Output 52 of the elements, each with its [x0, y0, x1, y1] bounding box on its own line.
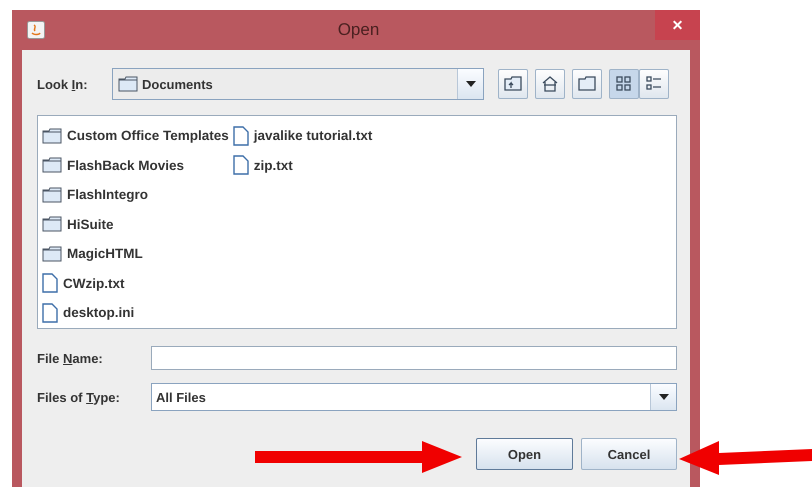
- file-item[interactable]: HiSuite: [42, 210, 229, 239]
- file-type-dropdown[interactable]: All Files: [151, 383, 677, 411]
- file-type-label: Files of Type:: [37, 390, 121, 404]
- file-name: zip.txt: [254, 158, 293, 173]
- file-item[interactable]: desktop.ini: [42, 298, 229, 328]
- list-view-button[interactable]: [609, 69, 639, 99]
- file-name: MagicHTML: [67, 246, 143, 262]
- details-view-button[interactable]: [639, 69, 669, 99]
- folder-icon: [42, 128, 62, 144]
- open-button[interactable]: Open: [476, 438, 573, 470]
- file-name: javalike tutorial.txt: [254, 128, 372, 144]
- arrow-icon: [255, 441, 462, 475]
- look-in-dropdown[interactable]: Documents: [112, 68, 484, 100]
- window-title: Open: [338, 20, 380, 40]
- file-item[interactable]: FlashIntegro: [42, 180, 229, 210]
- file-name: CWzip.txt: [63, 276, 124, 291]
- file-icon: [42, 302, 58, 323]
- up-folder-button[interactable]: [498, 69, 528, 99]
- cancel-button[interactable]: Cancel: [581, 438, 677, 470]
- file-name: Custom Office Templates: [67, 128, 229, 144]
- home-button[interactable]: [535, 69, 565, 99]
- file-name-field[interactable]: [151, 346, 677, 370]
- file-item[interactable]: MagicHTML: [42, 239, 229, 268]
- file-icon: [232, 155, 249, 176]
- file-item[interactable]: CWzip.txt: [42, 268, 229, 298]
- folder-icon: [42, 186, 62, 203]
- file-item[interactable]: javalike tutorial.txt: [232, 121, 372, 150]
- caret-icon: [466, 81, 476, 87]
- close-button[interactable]: ×: [655, 10, 700, 40]
- file-name-label: File Name:: [37, 350, 104, 366]
- dropdown-value: All Files: [155, 390, 207, 404]
- file-name: FlashIntegro: [67, 187, 148, 202]
- file-item[interactable]: zip.txt: [232, 150, 372, 180]
- folder-icon: [42, 246, 62, 262]
- caret-icon: [658, 394, 668, 400]
- file-name: HiSuite: [67, 216, 114, 232]
- home-icon: [540, 75, 560, 93]
- folder-icon: [42, 216, 62, 232]
- folder-icon: [42, 157, 62, 174]
- look-in-label: Look In:: [37, 76, 89, 92]
- dropdown-value: Documents: [141, 76, 214, 92]
- file-item[interactable]: FlashBack Movies: [42, 150, 229, 180]
- file-item[interactable]: Custom Office Templates: [42, 121, 229, 150]
- up-folder-icon: [503, 75, 523, 93]
- new-folder-button[interactable]: [572, 69, 602, 99]
- file-icon: [42, 273, 58, 294]
- file-icon: [232, 126, 249, 146]
- file-name: desktop.ini: [63, 305, 134, 320]
- file-name: FlashBack Movies: [67, 158, 184, 173]
- new-folder-icon: [577, 75, 597, 93]
- folder-icon: [118, 76, 138, 92]
- arrow-icon: [679, 441, 812, 475]
